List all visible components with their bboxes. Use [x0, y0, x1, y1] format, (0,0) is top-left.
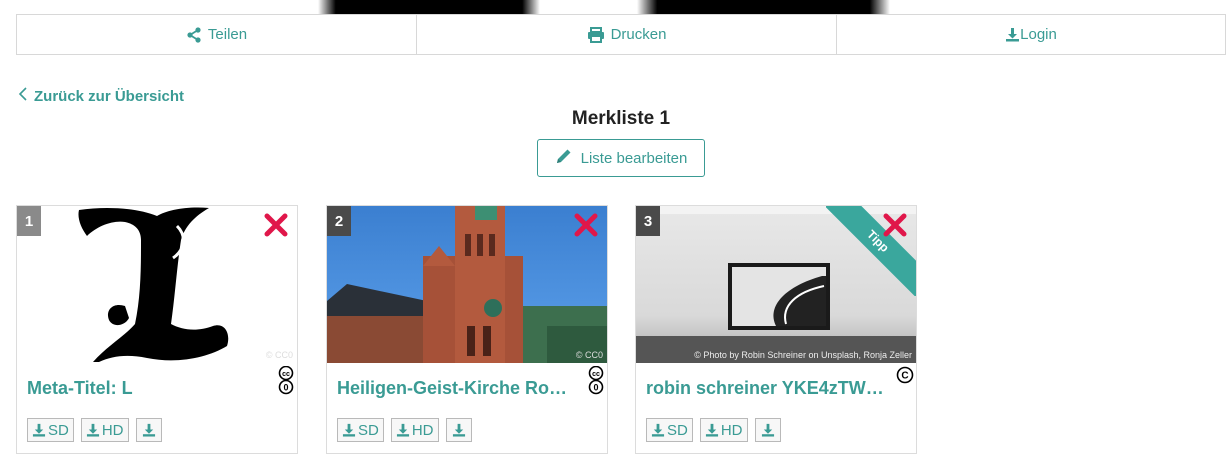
cc0-license-icon: cc 0 — [277, 366, 295, 396]
remove-icon[interactable] — [882, 212, 908, 238]
list-item-card: © CC0 1 cc 0 Meta-Titel: L SD HD — [16, 205, 298, 454]
remove-icon[interactable] — [263, 212, 289, 238]
image-credit: © CC0 — [265, 350, 293, 360]
sd-label: SD — [667, 421, 688, 439]
card-title-link[interactable]: Heiligen-Geist-Kirche Rostock — [337, 378, 577, 399]
previous-image-strip-right — [637, 0, 890, 14]
remove-icon[interactable] — [573, 212, 599, 238]
svg-text:0: 0 — [283, 383, 288, 393]
back-to-overview-link[interactable]: Zurück zur Übersicht — [18, 87, 184, 105]
login-label: Login — [1020, 26, 1057, 43]
share-button[interactable]: Teilen — [17, 15, 417, 54]
download-sd-button[interactable]: SD — [27, 418, 74, 442]
card-title-link[interactable]: robin schreiner YKE4zTW5lic u... — [646, 378, 886, 399]
download-icon — [342, 423, 356, 437]
card-image[interactable]: © CC0 — [327, 206, 607, 363]
print-button[interactable]: Drucken — [417, 15, 837, 54]
sd-label: SD — [48, 421, 69, 439]
svg-text:C: C — [901, 371, 908, 382]
list-item-card: © Photo by Robin Schreiner on Unsplash, … — [635, 205, 917, 454]
download-hd-button[interactable]: HD — [80, 418, 129, 442]
download-buttons: SD HD — [27, 418, 162, 442]
church-photo — [327, 206, 607, 363]
download-icon — [705, 423, 718, 437]
back-label: Zurück zur Übersicht — [34, 87, 185, 105]
sd-label: SD — [358, 421, 379, 439]
download-buttons: SD HD — [337, 418, 472, 442]
printer-icon — [587, 26, 605, 43]
page-title: Merkliste 1 — [571, 108, 671, 129]
card-image[interactable]: © CC0 — [17, 206, 297, 363]
download-icon — [651, 423, 665, 437]
download-original-button[interactable] — [754, 418, 781, 442]
action-bar: Teilen Drucken Login — [16, 14, 1226, 55]
svg-text:cc: cc — [592, 371, 600, 378]
share-icon — [186, 26, 202, 43]
hd-label: HD — [101, 421, 124, 439]
image-credit: © CC0 — [575, 350, 603, 360]
svg-text:cc: cc — [282, 371, 290, 378]
download-sd-button[interactable]: SD — [337, 418, 384, 442]
download-icon — [1005, 27, 1020, 42]
download-hd-button[interactable]: HD — [390, 418, 439, 442]
share-label: Teilen — [207, 26, 248, 43]
print-label: Drucken — [610, 26, 667, 43]
download-icon — [761, 423, 774, 437]
download-icon — [86, 423, 99, 437]
card-number-badge: 1 — [17, 206, 41, 236]
blackletter-l-image — [78, 207, 229, 362]
previous-image-strip-left — [318, 0, 540, 14]
hd-label: HD — [411, 421, 434, 439]
edit-list-label: Liste bearbeiten — [580, 149, 688, 167]
download-icon — [452, 423, 465, 437]
download-original-button[interactable] — [135, 418, 162, 442]
list-item-card: © CC0 2 cc 0 Heiligen-Geist-Kirche Rostoc… — [326, 205, 608, 454]
download-buttons: SD HD — [646, 418, 781, 442]
chevron-left-icon — [18, 87, 28, 105]
download-icon — [32, 423, 46, 437]
card-number-badge: 3 — [636, 206, 660, 236]
edit-list-button[interactable]: Liste bearbeiten — [537, 139, 705, 177]
card-number-badge: 2 — [327, 206, 351, 236]
download-icon — [142, 423, 155, 437]
download-original-button[interactable] — [445, 418, 472, 442]
svg-text:0: 0 — [593, 383, 598, 393]
copyright-icon: C — [896, 366, 914, 384]
pencil-icon — [555, 147, 573, 169]
download-sd-button[interactable]: SD — [646, 418, 693, 442]
image-credit: © Photo by Robin Schreiner on Unsplash, … — [694, 350, 912, 360]
hd-label: HD — [720, 421, 743, 439]
card-title-link[interactable]: Meta-Titel: L — [27, 378, 267, 399]
login-button[interactable]: Login — [837, 15, 1225, 54]
cc0-license-icon: cc 0 — [587, 366, 605, 396]
download-hd-button[interactable]: HD — [699, 418, 748, 442]
download-icon — [396, 423, 409, 437]
